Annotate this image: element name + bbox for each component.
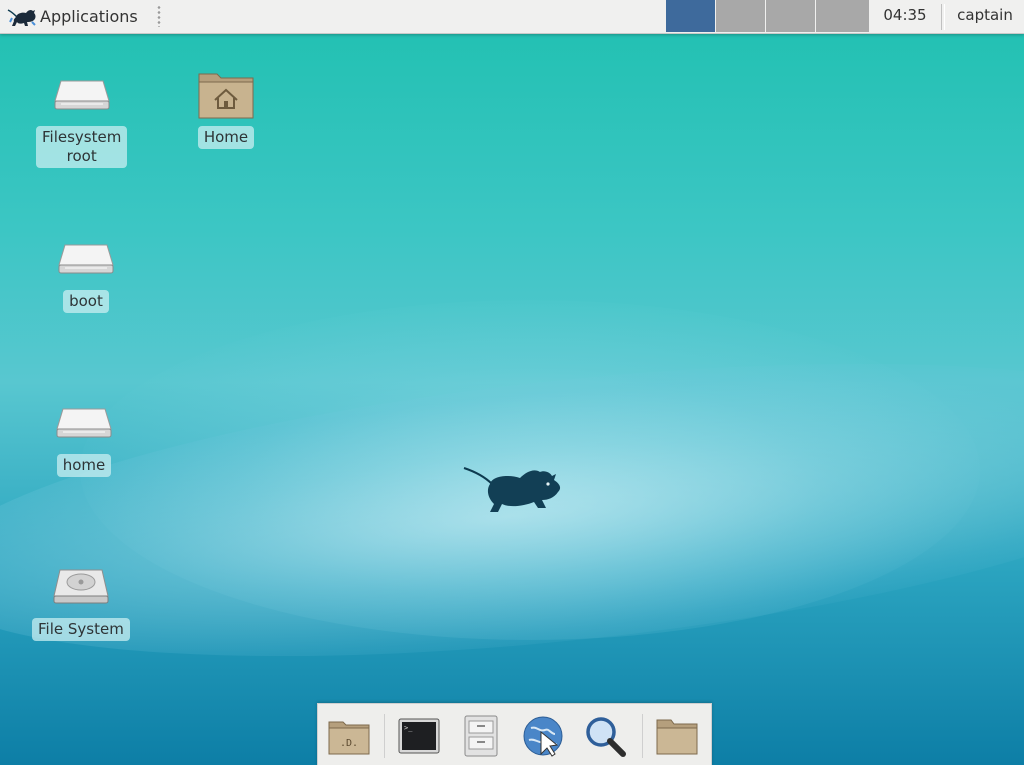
user-menu[interactable]: captain — [946, 0, 1024, 32]
desktop-icon-home-partition[interactable]: home — [54, 394, 114, 477]
home-folder-icon — [196, 66, 256, 122]
show-desktop-icon[interactable]: .D. — [326, 713, 372, 759]
desktop-icon-filesystem-root[interactable]: Filesystem root — [36, 66, 128, 168]
drive-icon — [56, 230, 116, 286]
workspace-4[interactable] — [816, 0, 869, 32]
folder-icon[interactable] — [654, 713, 700, 759]
web-browser-icon[interactable] — [520, 713, 566, 759]
desktop-icon-label: home — [56, 454, 112, 477]
applications-menu-button[interactable]: Applications — [6, 2, 138, 30]
search-icon[interactable] — [582, 713, 628, 759]
workspace-2[interactable] — [716, 0, 765, 32]
clock[interactable]: 04:35 — [870, 0, 940, 32]
panel-handle[interactable] — [157, 5, 161, 27]
harddisk-icon — [51, 558, 111, 614]
xfce-mouse-icon — [7, 9, 36, 26]
desktop-icon-label: Home — [197, 126, 255, 149]
drive-icon — [54, 394, 114, 450]
terminal-icon[interactable]: >_ — [396, 713, 442, 759]
desktop-icon-label: File System — [32, 618, 130, 641]
xfce-mouse-logo — [463, 467, 561, 512]
panel-separator — [941, 4, 945, 30]
top-panel: Applications 04:35 captain — [0, 0, 1024, 34]
desktop-background[interactable]: Filesystem root Home boot home File Syst… — [0, 0, 1024, 765]
workspace-3[interactable] — [766, 0, 815, 32]
file-manager-icon[interactable] — [458, 713, 504, 759]
desktop-icon-label: boot — [63, 290, 109, 313]
dock-separator — [384, 714, 385, 758]
dock-panel: .D. >_ — [317, 703, 712, 765]
desktop-icon-home[interactable]: Home — [196, 66, 256, 149]
dock-separator — [642, 714, 643, 758]
drive-icon — [52, 66, 112, 122]
desktop-icon-label: Filesystem root — [36, 126, 128, 168]
desktop-icon-label-line1: Filesystem — [42, 128, 122, 146]
desktop-icon-file-system[interactable]: File System — [32, 558, 130, 641]
applications-label: Applications — [40, 6, 138, 26]
svg-text:.D.: .D. — [340, 738, 358, 749]
desktop-icon-boot[interactable]: boot — [56, 230, 116, 313]
svg-text:>_: >_ — [404, 724, 413, 732]
desktop-icon-label-line2: root — [66, 147, 97, 165]
workspace-1[interactable] — [666, 0, 715, 32]
